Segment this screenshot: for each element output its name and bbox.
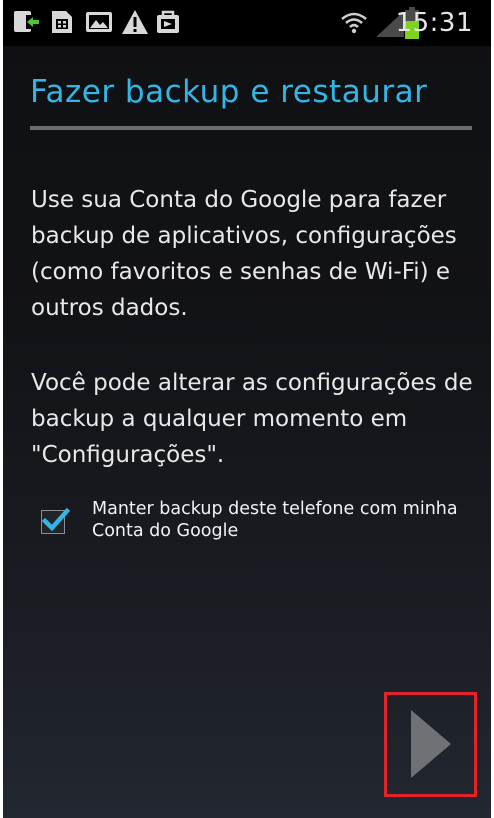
- description-paragraph: Use sua Conta do Google para fazer backu…: [31, 187, 457, 321]
- warning-icon: [121, 9, 149, 39]
- play-arrow-icon: [411, 710, 451, 778]
- settings-note-paragraph: Você pode alterar as configurações de ba…: [31, 370, 473, 468]
- backup-checkbox-label[interactable]: Manter backup deste telefone com minha C…: [92, 498, 472, 542]
- sim-card-icon: [49, 9, 75, 39]
- backup-option[interactable]: Manter backup deste telefone com minha C…: [37, 496, 477, 550]
- page-title: Fazer backup e restaurar: [30, 74, 428, 110]
- checkmark-icon: [41, 507, 70, 532]
- wifi-icon: [339, 10, 369, 40]
- image-icon: [85, 9, 113, 39]
- backup-checkbox[interactable]: [41, 507, 70, 534]
- title-divider: [30, 126, 472, 130]
- next-button[interactable]: [384, 692, 477, 797]
- download-icon: [13, 9, 41, 39]
- bag-icon: [155, 9, 181, 39]
- setup-screen: 15:31 Fazer backup e restaurar Use sua C…: [3, 0, 491, 818]
- status-time: 15:31: [395, 8, 473, 38]
- status-bar: 15:31: [3, 0, 491, 46]
